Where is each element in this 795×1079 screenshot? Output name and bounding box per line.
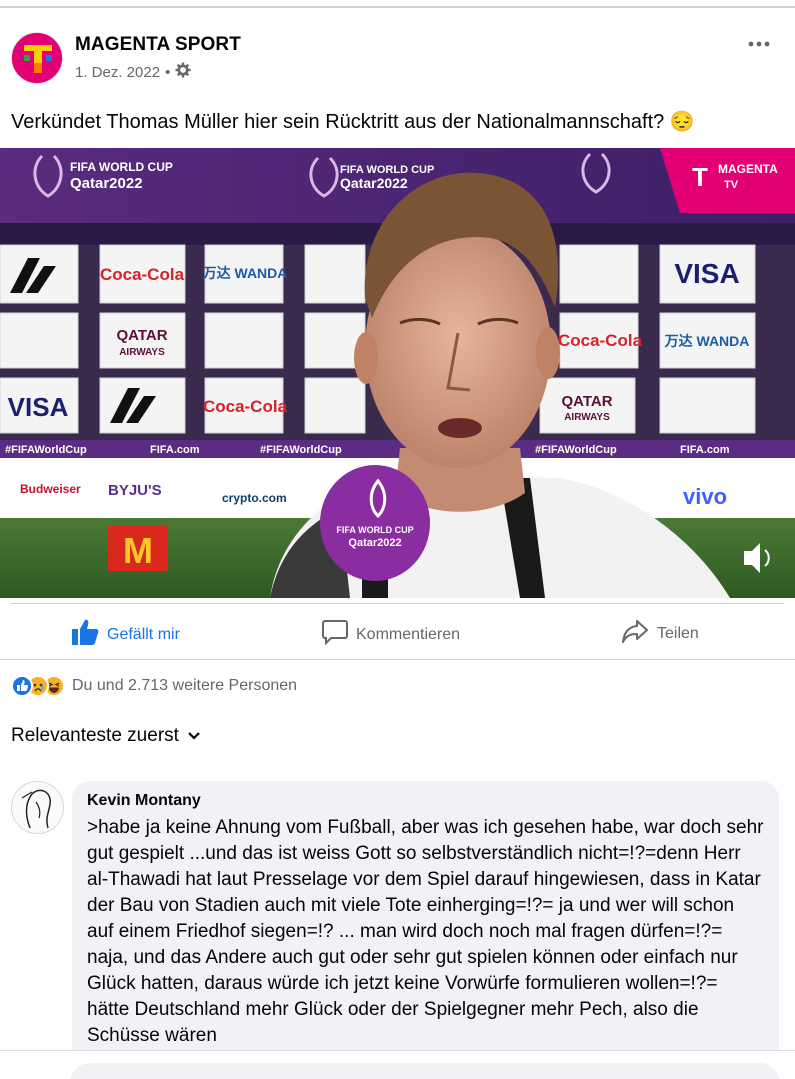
site-1: FIFA.com (150, 444, 200, 456)
site-2: FIFA.com (680, 444, 730, 456)
comment-button[interactable]: Kommentieren (322, 619, 460, 650)
comment-avatar[interactable] (11, 781, 64, 834)
like-reaction-icon (11, 675, 33, 697)
event-logo-line2: Qatar2022 (70, 175, 143, 192)
like-label: Gefällt mir (107, 625, 180, 643)
sponsor-qatar-1: QATAR (116, 327, 167, 344)
sponsor-cocacola-3: Coca-Cola (203, 397, 288, 416)
share-label: Teilen (657, 624, 699, 642)
page-name[interactable]: MAGENTA SPORT (75, 34, 241, 56)
comment-bubble: Kevin Montany >habe ja keine Ahnung vom … (72, 781, 779, 1079)
svg-text:Qatar2022: Qatar2022 (340, 175, 408, 191)
svg-text:M: M (123, 530, 153, 571)
post-date[interactable]: 1. Dez. 2022 (75, 64, 160, 81)
sponsor-cocacola-1: Coca-Cola (100, 265, 185, 284)
mic-line1: FIFA WORLD CUP (336, 525, 413, 535)
more-options-button[interactable] (742, 32, 776, 54)
meta-separator: • (165, 63, 171, 81)
sponsor-crypto: crypto.com (222, 491, 287, 505)
svg-text:T: T (692, 162, 708, 192)
mic-line2: Qatar2022 (348, 537, 401, 549)
sponsor-qatar-1b: AIRWAYS (119, 347, 165, 358)
hashtag-1: #FIFAWorldCup (5, 444, 87, 456)
comment-author[interactable]: Kevin Montany (87, 792, 765, 810)
divider (0, 659, 795, 660)
reactions-summary[interactable]: Du und 2.713 weitere Personen (11, 675, 297, 697)
sponsor-vivo: vivo (683, 484, 727, 509)
video-player[interactable]: Coca-Cola 万达 WANDA VISA QATAR AIRWAYS 万达… (0, 148, 795, 598)
sponsor-budweiser: Budweiser (20, 482, 81, 496)
comment-sort-dropdown[interactable]: Relevanteste zuerst (11, 725, 201, 747)
share-button[interactable]: Teilen (622, 619, 699, 648)
sponsor-wanda-1: 万达 WANDA (202, 265, 288, 281)
post-actions: Gefällt mir Kommentieren Teilen (0, 605, 795, 657)
chevron-down-icon (187, 725, 201, 747)
hashtag-3: #FIFAWorldCup (535, 444, 617, 456)
hashtag-2: #FIFAWorldCup (260, 444, 342, 456)
like-button[interactable]: Gefällt mir (72, 619, 180, 650)
sponsor-byjus: BYJU'S (108, 482, 162, 499)
comment-label: Kommentieren (356, 625, 461, 643)
more-icon (748, 34, 770, 52)
sponsor-qatar-2: QATAR (561, 393, 612, 410)
broadcaster-name: MAGENTA (718, 162, 778, 176)
sponsor-visa-2: VISA (8, 392, 69, 422)
sponsor-wanda-2: 万达 WANDA (664, 333, 750, 349)
divider (11, 603, 784, 604)
sponsor-cocacola-2: Coca-Cola (558, 331, 643, 350)
comment-text: >habe ja keine Ahnung vom Fußball, aber … (87, 817, 764, 1046)
comment-icon (322, 619, 348, 650)
sort-label: Relevanteste zuerst (11, 725, 179, 746)
gear-icon (175, 62, 191, 82)
sponsor-visa-1: VISA (674, 258, 739, 289)
broadcaster-sub: TV (724, 179, 739, 191)
post-meta: 1. Dez. 2022 • (75, 62, 191, 82)
page-avatar[interactable] (11, 32, 63, 84)
event-logo-line1: FIFA WORLD CUP (70, 160, 173, 174)
comment-input[interactable] (70, 1063, 780, 1079)
post-text: Verkündet Thomas Müller hier sein Rücktr… (11, 111, 695, 133)
thumbs-up-icon (72, 619, 99, 650)
share-icon (622, 619, 649, 648)
reactions-count: Du und 2.713 weitere Personen (72, 677, 298, 694)
sponsor-qatar-2b: AIRWAYS (564, 412, 610, 423)
